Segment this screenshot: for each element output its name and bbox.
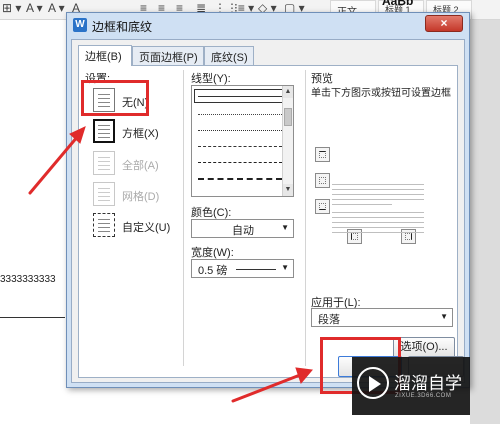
arrow-head-2	[295, 367, 313, 385]
watermark-title: 溜溜自学	[394, 374, 462, 393]
watermark-url: ZIXUE.3D66.COM	[395, 393, 452, 399]
watermark: 溜溜自学 ZIXUE.3D66.COM	[352, 357, 470, 415]
arrow-to-none-option	[28, 134, 80, 195]
tab-borders[interactable]: 边框(B)	[78, 45, 132, 66]
arrow-to-ok-button	[231, 373, 302, 403]
watermark-play-logo-icon	[357, 367, 389, 399]
